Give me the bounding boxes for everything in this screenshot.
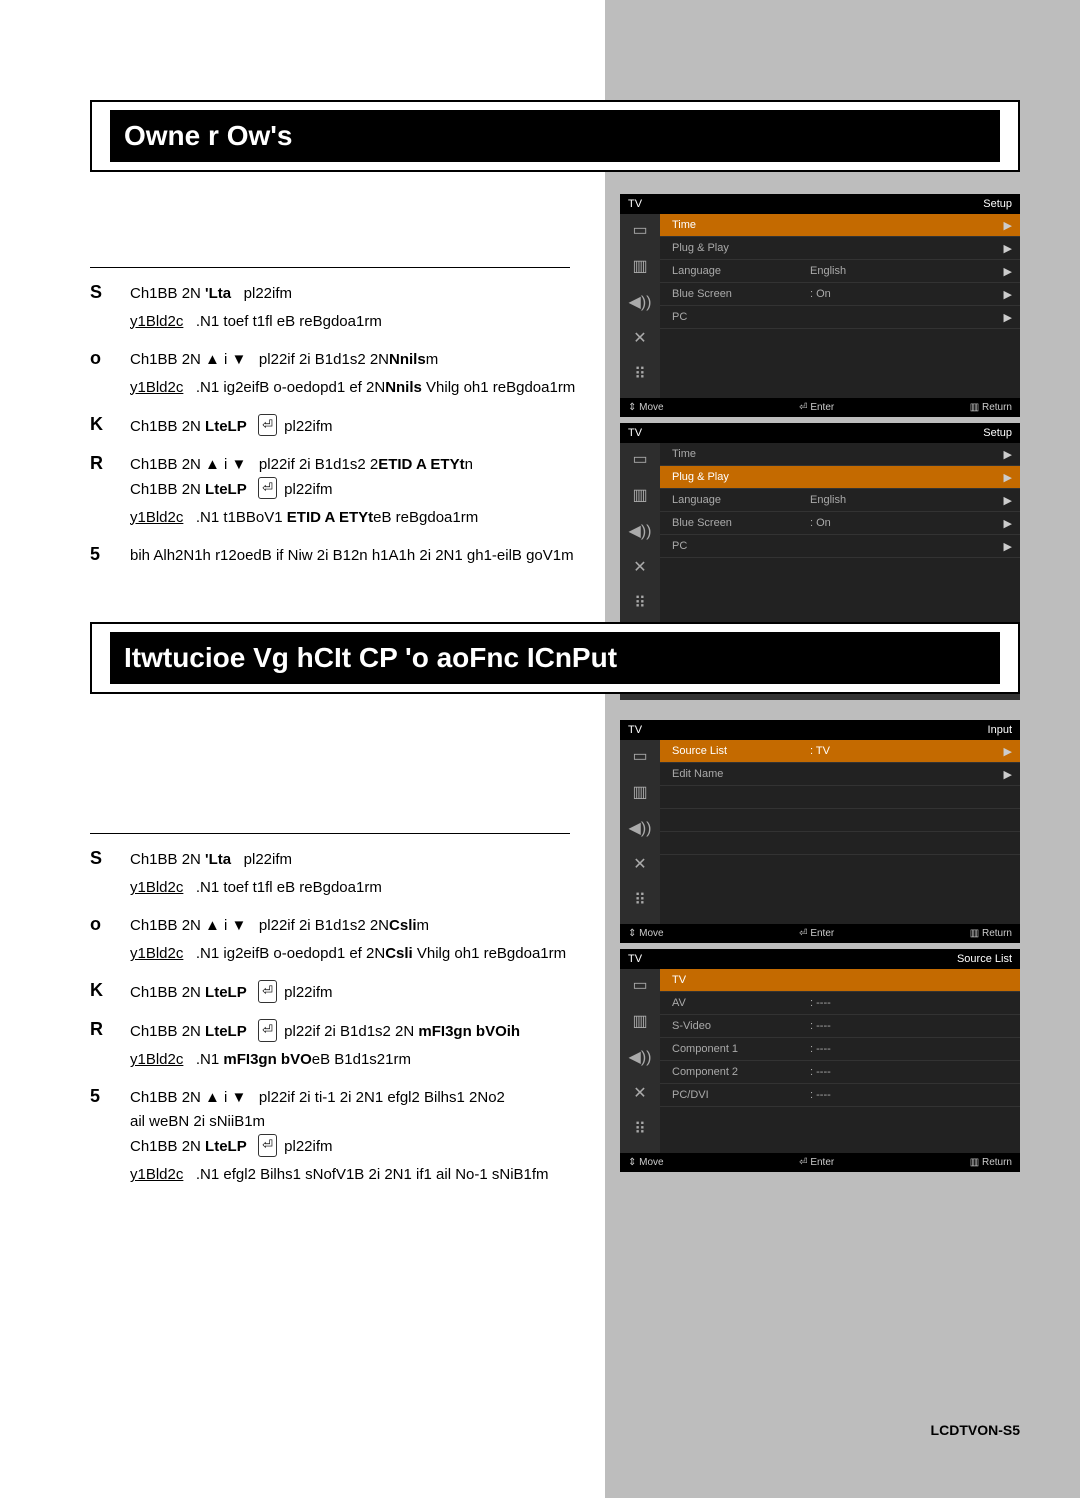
step-row: S Ch1BB 2N 'Lta pl22ifm y1Bld2c .N1 toef… xyxy=(90,848,590,900)
section2-title-bar: Itwtucioe Vg hCIt CP 'o aoFnc ICnPut xyxy=(90,622,1020,694)
divider xyxy=(90,267,570,268)
enter-icon: ⏎ xyxy=(258,477,277,500)
step-row: K Ch1BB 2N LteLP ⏎ pl22ifm xyxy=(90,414,590,439)
step-row: o Ch1BB 2N ▲ i ▼ pl22if 2i B1d1s2 2NCsli… xyxy=(90,914,590,966)
step-row: 5 bih Alh2N1h r12oedB if Niw 2i B12n h1A… xyxy=(90,544,590,568)
step-row: K Ch1BB 2N LteLP ⏎ pl22ifm xyxy=(90,980,590,1005)
step-body: Ch1BB 2N 'Lta pl22ifm y1Bld2c .N1 toef t… xyxy=(130,282,590,334)
main-content: Owne r Ow's S Ch1BB 2N 'Lta pl22ifm y1Bl… xyxy=(0,0,1080,1187)
step-row: R Ch1BB 2N ▲ i ▼ pl22if 2i B1d1s2 2ETID … xyxy=(90,453,590,530)
step-row: S Ch1BB 2N 'Lta pl22ifm y1Bld2c .N1 toef… xyxy=(90,282,590,334)
enter-icon: ⏎ xyxy=(258,980,277,1003)
section1-title: Owne r Ow's xyxy=(110,110,1000,162)
section1-intro xyxy=(90,216,560,239)
step-number: S xyxy=(90,282,130,334)
step-row: R Ch1BB 2N LteLP ⏎ pl22if 2i B1d1s2 2N m… xyxy=(90,1019,590,1072)
enter-icon: ⏎ xyxy=(258,1134,277,1157)
step-row: o Ch1BB 2N ▲ i ▼ pl22if 2i B1d1s2 2NNnil… xyxy=(90,348,590,400)
enter-icon: ⏎ xyxy=(258,414,277,437)
step-row: 5 Ch1BB 2N ▲ i ▼ pl22if 2i ti-1 2i 2N1 e… xyxy=(90,1086,590,1187)
section1-title-bar: Owne r Ow's xyxy=(90,100,1020,172)
section2-intro xyxy=(90,738,560,806)
page: Owne r Ow's S Ch1BB 2N 'Lta pl22ifm y1Bl… xyxy=(0,0,1080,1498)
divider xyxy=(90,833,570,834)
enter-icon: ⏎ xyxy=(258,1019,277,1042)
page-footer-code: LCDTVON-S5 xyxy=(931,1422,1020,1438)
section2-title: Itwtucioe Vg hCIt CP 'o aoFnc ICnPut xyxy=(110,632,1000,684)
